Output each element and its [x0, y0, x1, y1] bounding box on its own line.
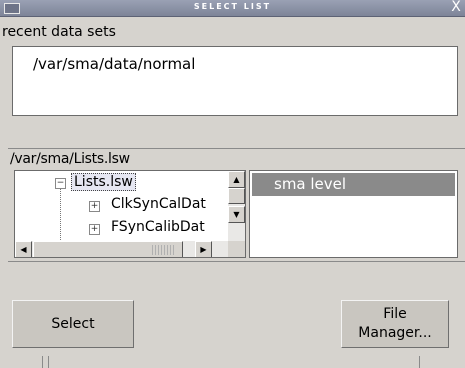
scroll-left-icon[interactable]: ◀ — [15, 241, 32, 257]
tree-node-fsyncalibdat[interactable]: FSynCalibDat — [111, 219, 205, 235]
recent-data-sets-label: recent data sets — [2, 24, 116, 40]
scroll-thumb[interactable] — [228, 188, 245, 204]
scroll-down-icon[interactable]: ▼ — [228, 206, 245, 223]
tree-node-clksyncaldat[interactable]: ClkSynCalDat — [111, 196, 206, 212]
tree-node-lists[interactable]: Lists.lsw — [71, 173, 136, 191]
scroll-corner — [228, 241, 245, 257]
window-title: SELECT LIST — [193, 2, 272, 11]
status-separator — [42, 356, 43, 368]
status-separator — [48, 356, 49, 368]
select-button[interactable]: Select — [12, 300, 134, 348]
status-separator — [419, 356, 420, 368]
divider — [8, 148, 465, 149]
expand-icon[interactable]: + — [89, 201, 100, 212]
divider — [8, 261, 465, 262]
status-bar — [0, 356, 465, 368]
expand-icon[interactable]: + — [89, 224, 100, 235]
grip-icon — [152, 245, 174, 255]
recent-data-sets-list[interactable]: /var/sma/data/normal — [12, 46, 458, 116]
directory-tree[interactable]: − Lists.lsw + ClkSynCalDat + FSynCalibDa… — [14, 170, 246, 258]
file-manager-label-line2: Manager... — [358, 325, 432, 341]
scroll-right-icon[interactable]: ▶ — [195, 241, 212, 257]
title-bar: SELECT LIST X — [0, 0, 465, 17]
list-item[interactable]: sma level — [252, 173, 455, 196]
current-path: /var/sma/Lists.lsw — [10, 151, 130, 167]
tree-guide — [60, 184, 62, 244]
file-manager-label-line1: File — [383, 306, 407, 322]
scroll-thumb[interactable] — [33, 241, 183, 257]
scroll-up-icon[interactable]: ▲ — [228, 171, 245, 188]
tree-horizontal-scrollbar[interactable]: ◀ ▶ — [15, 241, 228, 257]
recent-item[interactable]: /var/sma/data/normal — [33, 55, 195, 73]
collapse-icon[interactable]: − — [55, 178, 66, 189]
close-icon[interactable]: X — [449, 0, 463, 15]
file-manager-button[interactable]: File Manager... — [341, 300, 449, 348]
file-list[interactable]: sma level — [249, 170, 458, 258]
tree-vertical-scrollbar[interactable]: ▲ ▼ — [228, 171, 245, 241]
